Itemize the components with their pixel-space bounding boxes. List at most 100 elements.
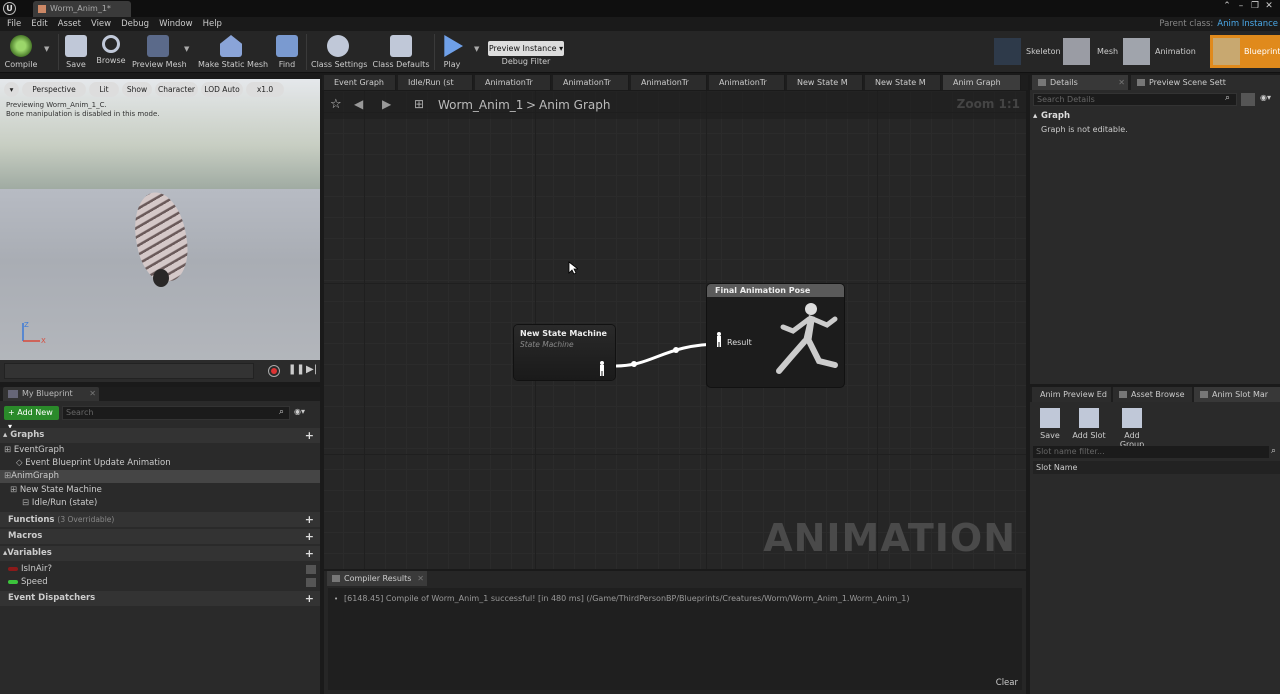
pose-pin-icon[interactable] xyxy=(597,360,607,376)
menu-view[interactable]: View xyxy=(91,17,111,31)
state-machine-item[interactable]: ⊞ New State Machine xyxy=(0,484,320,497)
close-button[interactable]: ✕ xyxy=(1262,1,1276,11)
tab-new-state-machine[interactable]: New State M xyxy=(865,75,941,90)
pause-button[interactable]: ❚❚ xyxy=(288,364,305,375)
event-graph-item[interactable]: ⊞ EventGraph xyxy=(0,444,320,457)
add-new-button[interactable]: + Add New ▾ xyxy=(4,406,59,431)
find-button[interactable]: Find xyxy=(272,33,302,71)
play-button[interactable]: Play xyxy=(437,33,467,71)
perspective-button[interactable]: Perspective xyxy=(22,82,86,97)
menu-help[interactable]: Help xyxy=(203,17,222,31)
tab-idle-run[interactable]: Idle/Run (st xyxy=(398,75,473,90)
tab-anim-preview-editor[interactable]: Anim Preview Ed xyxy=(1032,387,1111,402)
timeline-scrubber[interactable] xyxy=(4,363,254,379)
final-animation-pose-node[interactable]: Final Animation Pose Result xyxy=(707,284,844,387)
state-machine-node[interactable]: New State Machine State Machine xyxy=(514,325,615,380)
animation-mode-icon[interactable] xyxy=(1123,38,1150,65)
slot-name-filter-input[interactable]: Slot name filter... xyxy=(1033,446,1269,458)
variable-row[interactable]: IsInAir? xyxy=(0,563,320,576)
save-button[interactable]: Save xyxy=(62,33,90,71)
tab-animation-transition[interactable]: AnimationTr xyxy=(631,75,707,90)
add-graph-icon[interactable]: + xyxy=(305,428,314,443)
parent-class-link[interactable]: Anim Instance xyxy=(1217,19,1278,29)
menu-window[interactable]: Window xyxy=(159,17,193,31)
mesh-mode-button[interactable]: Mesh xyxy=(1097,35,1118,68)
add-macro-icon[interactable]: + xyxy=(305,529,314,544)
show-button[interactable]: Show xyxy=(122,82,152,97)
functions-section[interactable]: Functions (3 Overridable) + xyxy=(0,512,320,527)
event-update-item[interactable]: ◇ Event Blueprint Update Animation xyxy=(0,457,320,470)
close-tab-icon[interactable]: ✕ xyxy=(1118,75,1125,90)
add-slot-button[interactable]: Add Slot xyxy=(1072,408,1106,440)
close-tab-icon[interactable]: ✕ xyxy=(417,571,424,586)
details-view-options-icon[interactable]: ◉▾ xyxy=(1260,93,1271,102)
class-defaults-button[interactable]: Class Defaults xyxy=(372,33,430,71)
menu-edit[interactable]: Edit xyxy=(31,17,47,31)
minimize-button[interactable]: – xyxy=(1234,1,1248,11)
menu-debug[interactable]: Debug xyxy=(121,17,149,31)
variables-section[interactable]: ▴Variables + xyxy=(0,546,320,561)
back-arrow-icon[interactable]: ◀ xyxy=(354,97,363,111)
compile-options-arrow-icon[interactable]: ▼ xyxy=(44,45,49,53)
character-button[interactable]: Character xyxy=(155,82,198,97)
tab-preview-scene-settings[interactable]: Preview Scene Sett xyxy=(1131,75,1280,90)
anim-graph-item[interactable]: ⊞AnimGraph xyxy=(0,470,320,483)
add-function-icon[interactable]: + xyxy=(305,512,314,527)
playback-speed-button[interactable]: x1.0 xyxy=(246,82,284,97)
menu-file[interactable]: File xyxy=(7,17,21,31)
clear-button[interactable]: Clear xyxy=(996,678,1018,688)
make-static-mesh-button[interactable]: Make Static Mesh xyxy=(198,33,268,71)
slot-save-button[interactable]: Save xyxy=(1038,408,1062,440)
add-variable-icon[interactable]: + xyxy=(305,546,314,561)
preview-viewport[interactable]: ▾ Perspective Lit Show Character LOD Aut… xyxy=(0,79,320,382)
tab-anim-slot-manager[interactable]: Anim Slot Mar xyxy=(1194,387,1280,402)
close-tab-icon[interactable]: ✕ xyxy=(89,387,96,401)
maximize-button[interactable]: ❐ xyxy=(1248,1,1262,11)
tab-anim-graph[interactable]: Anim Graph xyxy=(943,75,1021,90)
variable-visibility-icon[interactable] xyxy=(306,565,316,574)
graph-category[interactable]: ▴ Graph xyxy=(1033,110,1277,123)
property-matrix-icon[interactable] xyxy=(1241,93,1255,106)
class-settings-button[interactable]: Class Settings xyxy=(311,33,367,71)
add-dispatcher-icon[interactable]: + xyxy=(305,591,314,606)
compile-button[interactable]: Compile xyxy=(3,33,39,71)
graphs-section[interactable]: ▴ Graphs + xyxy=(0,428,320,443)
compiler-results-tab[interactable]: Compiler Results ✕ xyxy=(327,571,427,586)
viewport-menu-button[interactable]: ▾ xyxy=(4,82,19,97)
result-pin-icon[interactable] xyxy=(714,331,724,347)
event-dispatchers-section[interactable]: Event Dispatchers + xyxy=(0,591,320,606)
menu-asset[interactable]: Asset xyxy=(58,17,81,31)
lod-auto-button[interactable]: LOD Auto xyxy=(201,82,243,97)
preview-mesh-arrow-icon[interactable]: ▼ xyxy=(184,45,189,53)
variable-row[interactable]: Speed xyxy=(0,576,320,589)
tab-asset-browser[interactable]: Asset Browse xyxy=(1113,387,1192,402)
lit-button[interactable]: Lit xyxy=(89,82,119,97)
anim-graph-canvas[interactable]: ☆ ◀ ▶ ⊞ Worm_Anim_1 > Anim Graph Zoom 1:… xyxy=(324,91,1026,569)
tab-event-graph[interactable]: Event Graph xyxy=(324,75,396,90)
idle-run-item[interactable]: ⊟ Idle/Run (state) xyxy=(0,497,320,510)
step-forward-button[interactable]: ▶| xyxy=(306,364,317,375)
preview-instance-dropdown[interactable]: Preview Instance ▾ xyxy=(488,41,564,56)
skeleton-mode-button[interactable]: Skeleton xyxy=(1026,35,1061,68)
animation-mode-button[interactable]: Animation xyxy=(1155,35,1196,68)
tab-details[interactable]: Details ✕ xyxy=(1032,75,1128,90)
preview-mesh-button[interactable]: Preview Mesh xyxy=(132,33,187,71)
details-search-input[interactable]: Search Details xyxy=(1033,93,1237,106)
forward-arrow-icon[interactable]: ▶ xyxy=(382,97,391,111)
tab-new-state-machine[interactable]: New State M xyxy=(787,75,863,90)
breadcrumb-root[interactable]: Worm_Anim_1 xyxy=(438,98,523,112)
browse-button[interactable]: Browse xyxy=(95,33,127,71)
variable-visibility-icon[interactable] xyxy=(306,578,316,587)
add-group-button[interactable]: Add Group xyxy=(1112,408,1152,449)
visibility-eye-icon[interactable]: ◉▾ xyxy=(294,407,305,416)
blueprint-search-input[interactable]: Search xyxy=(62,406,290,420)
play-options-arrow-icon[interactable]: ▼ xyxy=(474,45,479,53)
tab-animation-transition[interactable]: AnimationTr xyxy=(709,75,785,90)
macros-section[interactable]: Macros + xyxy=(0,529,320,544)
document-tab[interactable]: Worm_Anim_1* xyxy=(33,1,131,17)
favorite-star-icon[interactable]: ☆ xyxy=(330,97,342,112)
tab-animation-transition[interactable]: AnimationTr xyxy=(475,75,551,90)
blueprint-mode-button[interactable]: Blueprint xyxy=(1210,35,1280,68)
mesh-mode-icon[interactable] xyxy=(1063,38,1090,65)
tab-animation-transition[interactable]: AnimationTr xyxy=(553,75,629,90)
